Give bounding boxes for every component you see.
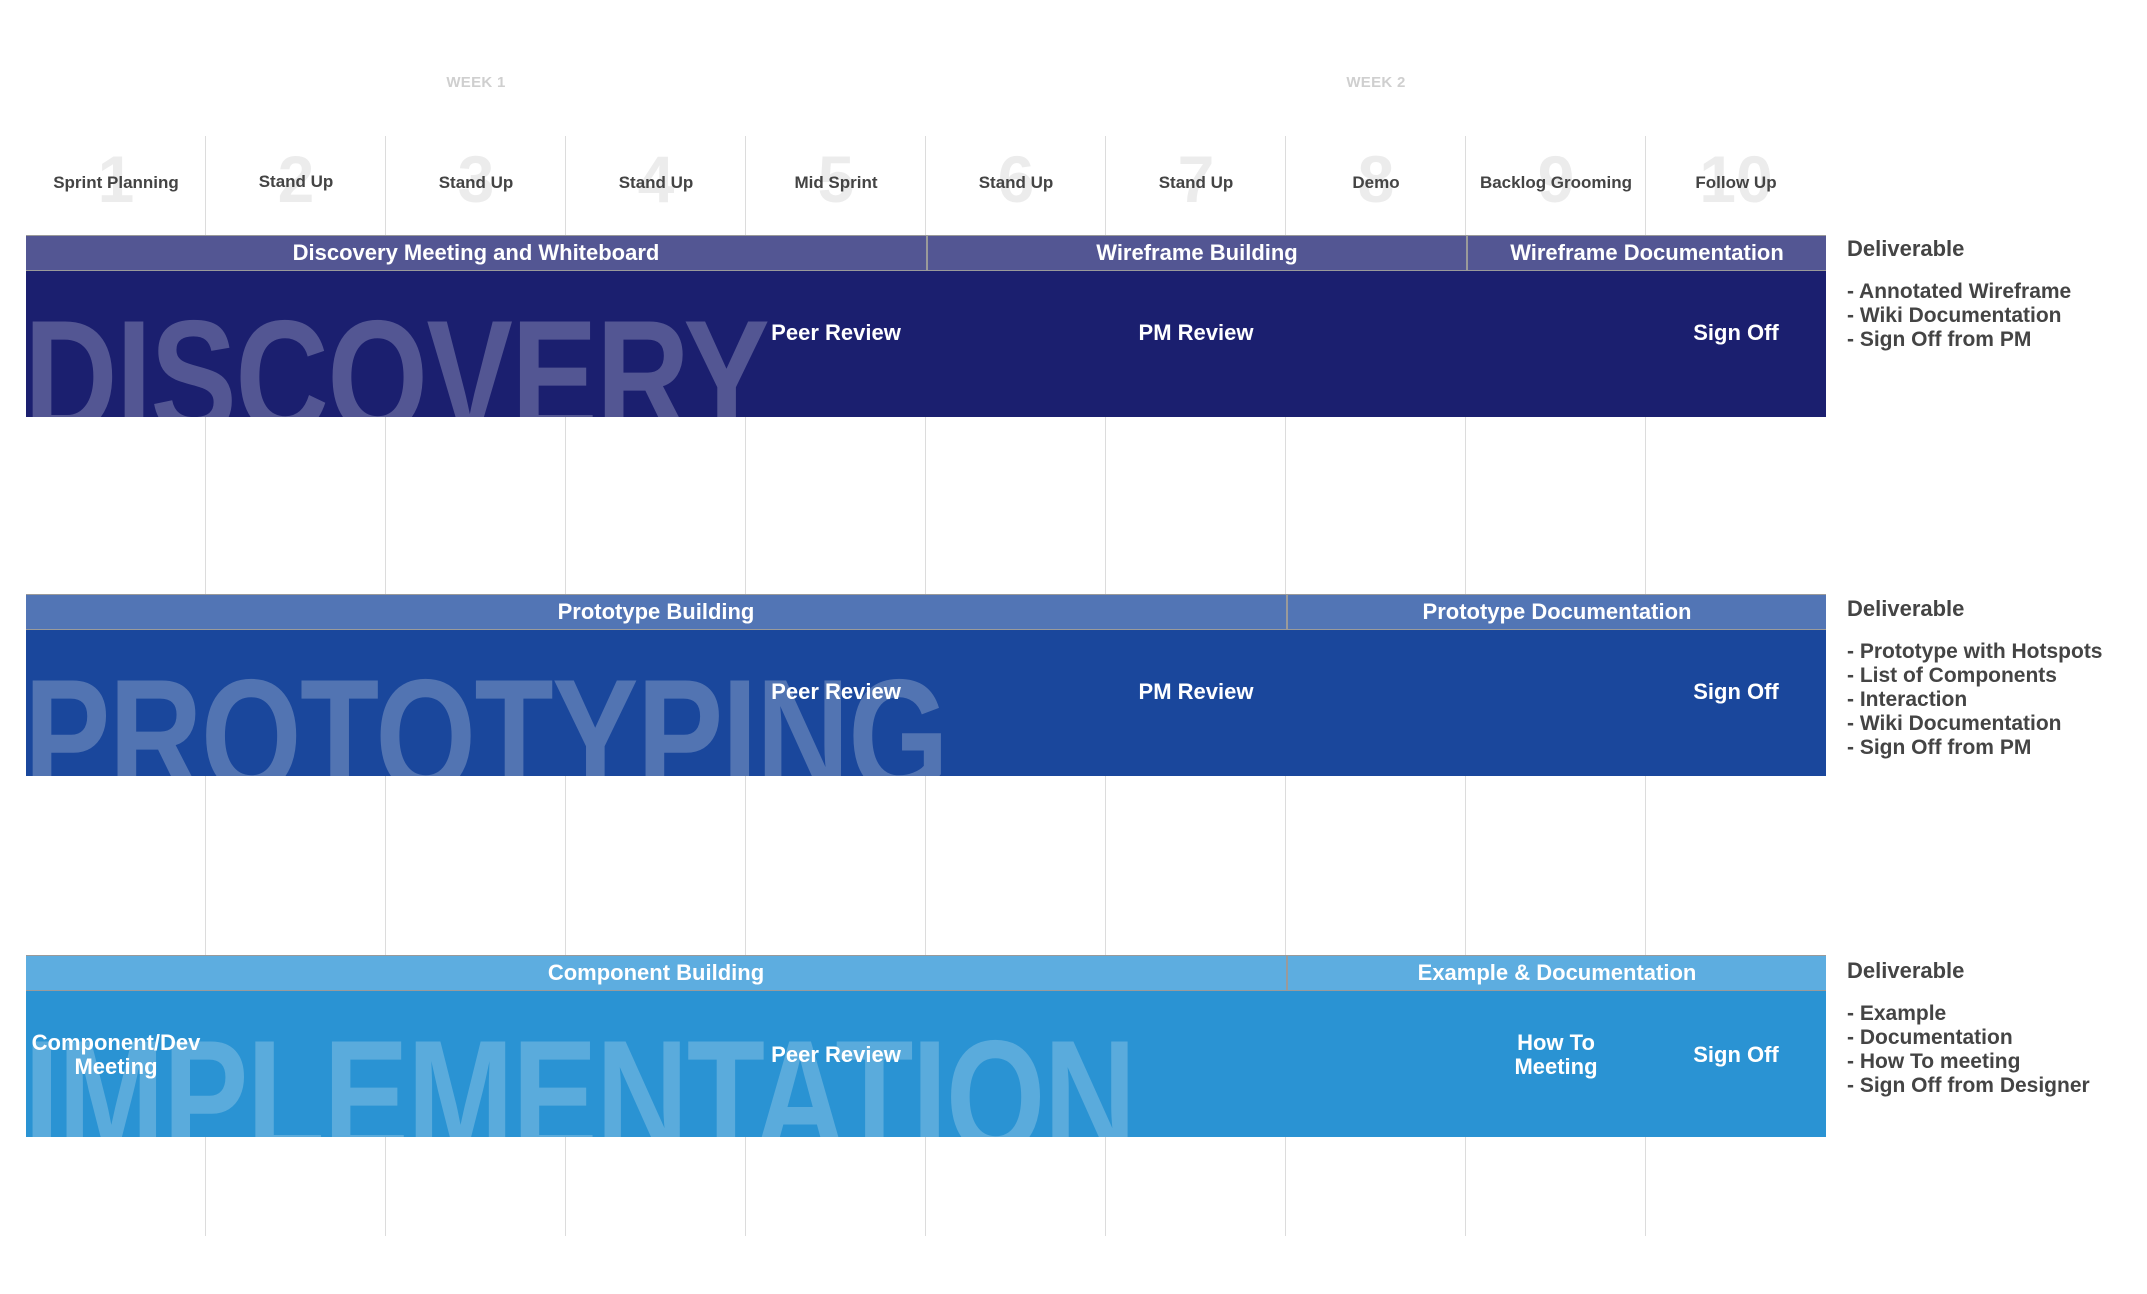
task-line: Meeting <box>1514 1054 1598 1079</box>
task-sign-off: Sign Off <box>1693 320 1779 345</box>
day-label: Demo <box>1352 173 1400 192</box>
task-pm-review: PM Review <box>1138 320 1254 345</box>
deliverable-item: - Sign Off from PM <box>1847 736 2032 759</box>
deliverable-item: - Wiki Documentation <box>1847 304 2062 327</box>
task-pm-review: PM Review <box>1138 679 1254 704</box>
deliverable-prototyping: Deliverable - Prototype with Hotspots - … <box>1847 596 2103 760</box>
phase-body: IMPLEMENTATION Component/Dev Meeting Pee… <box>26 991 1826 1137</box>
deliverable-item: - List of Components <box>1847 664 2057 687</box>
day-label: Stand Up <box>1158 173 1234 192</box>
task-peer-review: Peer Review <box>771 679 901 704</box>
deliverable-item: - Example <box>1847 1002 1947 1025</box>
deliverable-title: Deliverable <box>1847 596 1965 621</box>
week-1-label: WEEK 1 <box>446 74 506 91</box>
segment-wireframe-documentation: Wireframe Documentation <box>1466 236 1826 270</box>
task-line: Component/Dev <box>31 1030 201 1055</box>
task-peer-review: Peer Review <box>771 320 901 345</box>
day-label: Stand Up <box>438 173 514 192</box>
deliverable-item: - Wiki Documentation <box>1847 712 2062 735</box>
phase-body: PROTOTYPING Peer Review PM Review Sign O… <box>26 630 1826 776</box>
deliverable-item: - Sign Off from PM <box>1847 328 2032 351</box>
day-header-8: 8 Demo <box>1286 136 1466 235</box>
segment-prototype-documentation: Prototype Documentation <box>1286 595 1826 629</box>
deliverable-item: - Documentation <box>1847 1026 2013 1049</box>
phase-header: Component Building Example & Documentati… <box>26 955 1826 991</box>
deliverable-title: Deliverable <box>1847 958 1965 983</box>
phase-header: Prototype Building Prototype Documentati… <box>26 594 1826 630</box>
task-how-to-meeting: How To Meeting <box>1466 1031 1646 1079</box>
day-label: Stand Up <box>978 173 1054 192</box>
deliverable-item: - Annotated Wireframe <box>1847 280 2072 303</box>
day-header-1: 1 Sprint Planning <box>26 136 206 235</box>
day-label: Stand Up <box>618 173 694 192</box>
phase-body: DISCOVERY Peer Review PM Review Sign Off <box>26 271 1826 417</box>
day-header-9: 9 Backlog Grooming <box>1466 136 1646 235</box>
day-label: Sprint Planning <box>53 173 179 192</box>
deliverable-item: - How To meeting <box>1847 1050 2021 1073</box>
deliverable-discovery: Deliverable - Annotated Wireframe - Wiki… <box>1847 236 2071 352</box>
day-header-7: 7 Stand Up <box>1106 136 1286 235</box>
task-peer-review: Peer Review <box>771 1042 901 1067</box>
task-line: Meeting <box>74 1054 158 1079</box>
day-header-3: 3 Stand Up <box>386 136 566 235</box>
phase-band-prototyping: Prototype Building Prototype Documentati… <box>26 594 1826 776</box>
deliverable-item: - Interaction <box>1847 688 1968 711</box>
task-sign-off: Sign Off <box>1693 679 1779 704</box>
segment-prototype-building: Prototype Building <box>557 599 755 624</box>
task-sign-off: Sign Off <box>1693 1042 1779 1067</box>
phase-header: Discovery Meeting and Whiteboard Wirefra… <box>26 235 1826 271</box>
deliverable-item: - Prototype with Hotspots <box>1847 640 2103 663</box>
deliverable-title: Deliverable <box>1847 236 1965 261</box>
deliverable-item: - Sign Off from Designer <box>1847 1074 2090 1097</box>
segment-component-building: Component Building <box>547 960 765 985</box>
day-label: Backlog Grooming <box>1479 173 1633 192</box>
day-label: Follow Up <box>1695 173 1777 192</box>
phase-band-discovery: Discovery Meeting and Whiteboard Wirefra… <box>26 235 1826 417</box>
segment-wireframe-building: Wireframe Building <box>926 236 1466 270</box>
phase-watermark: PROTOTYPING <box>26 646 949 777</box>
week-2-label: WEEK 2 <box>1346 74 1406 91</box>
task-line: How To <box>1517 1030 1595 1055</box>
day-label: Stand Up <box>258 172 334 191</box>
phase-watermark: DISCOVERY <box>26 287 770 418</box>
day-header-6: 6 Stand Up <box>926 136 1106 235</box>
deliverable-implementation: Deliverable - Example - Documentation - … <box>1847 958 2090 1098</box>
day-header-10: 10 Follow Up <box>1646 136 1826 235</box>
segment-example-documentation: Example & Documentation <box>1286 956 1826 990</box>
day-header-2: 2 Stand Up <box>206 136 386 235</box>
phase-band-implementation: Component Building Example & Documentati… <box>26 955 1826 1137</box>
day-header-4: 4 Stand Up <box>566 136 746 235</box>
day-label: Mid Sprint <box>794 173 878 192</box>
task-component-dev-meeting: Component/Dev Meeting <box>26 1031 206 1079</box>
day-header-5: 5 Mid Sprint <box>746 136 926 235</box>
segment-discovery-meeting: Discovery Meeting and Whiteboard <box>292 240 660 265</box>
